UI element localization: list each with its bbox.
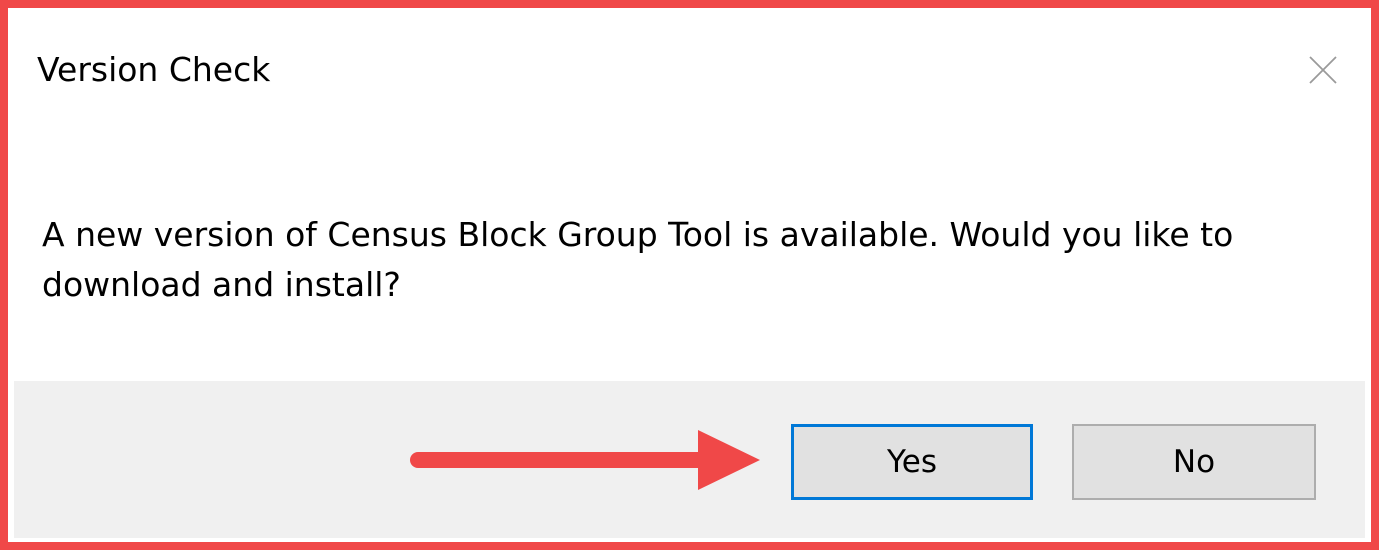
close-button[interactable] bbox=[1295, 42, 1351, 98]
title-bar: Version Check bbox=[14, 12, 1365, 122]
no-button[interactable]: No bbox=[1072, 424, 1316, 500]
close-icon bbox=[1309, 56, 1337, 84]
annotation-arrow-icon bbox=[410, 430, 760, 490]
dialog-message: A new version of Census Block Group Tool… bbox=[42, 215, 1234, 304]
yes-button[interactable]: Yes bbox=[791, 424, 1033, 500]
dialog-title: Version Check bbox=[37, 50, 271, 89]
